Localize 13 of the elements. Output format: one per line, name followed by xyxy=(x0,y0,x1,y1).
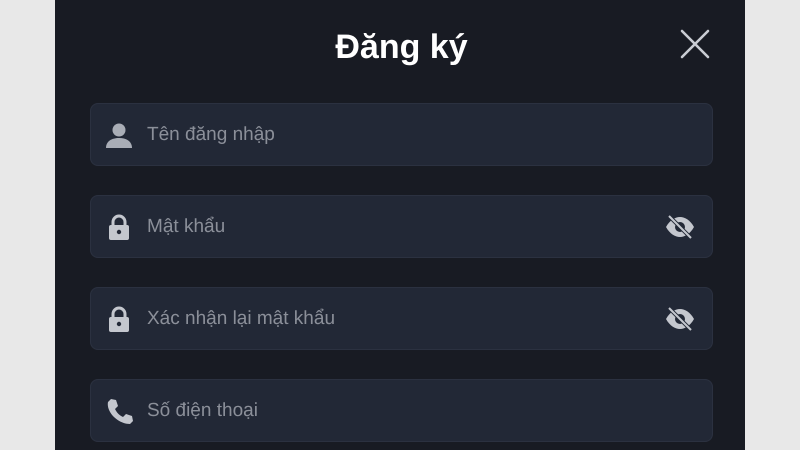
text-input[interactable]: Xác nhận lại mật khẩu xyxy=(147,304,650,334)
text-input[interactable]: Mật khẩu xyxy=(147,212,650,242)
hidden-eye-icon[interactable] xyxy=(664,214,696,240)
input-field[interactable]: Số điện thoại xyxy=(90,379,713,442)
hidden-eye-icon[interactable] xyxy=(664,306,696,332)
dialog-title: Đăng ký xyxy=(335,28,468,66)
input-field[interactable]: Mật khẩu xyxy=(90,195,713,258)
text-input[interactable]: Số điện thoại xyxy=(147,396,696,426)
text-input[interactable]: Tên đăng nhập xyxy=(147,120,696,150)
phone-icon xyxy=(105,396,133,424)
input-field[interactable]: Xác nhận lại mật khẩu xyxy=(90,287,713,350)
user-icon xyxy=(105,120,133,148)
input-field[interactable]: Tên đăng nhập xyxy=(90,103,713,166)
